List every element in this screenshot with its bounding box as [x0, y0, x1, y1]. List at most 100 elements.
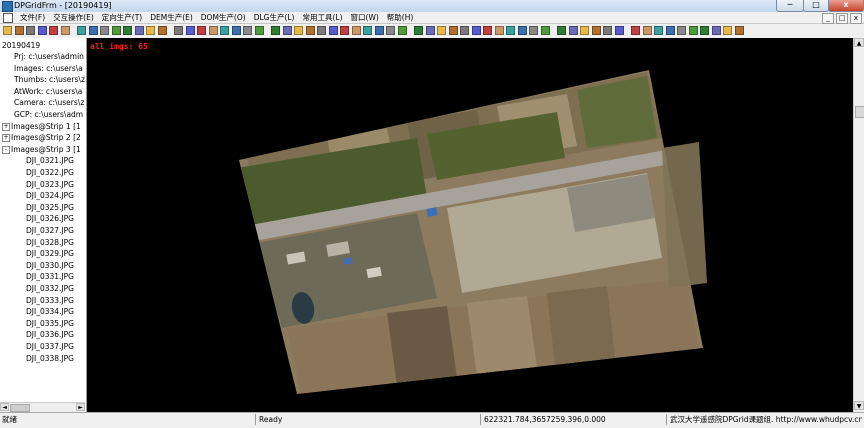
measure-icon[interactable]: [328, 26, 338, 35]
pan-icon[interactable]: [100, 26, 109, 35]
open-icon[interactable]: [437, 26, 446, 35]
scroll-thumb[interactable]: [10, 404, 30, 412]
tree-file-item[interactable]: DJI_0334.JPG: [26, 306, 86, 317]
tree-file-item[interactable]: DJI_0330.JPG: [26, 260, 86, 271]
help-icon[interactable]: [425, 26, 435, 35]
help-icon[interactable]: [642, 26, 652, 35]
open-icon[interactable]: [3, 26, 12, 35]
menu-tools[interactable]: 常用工具(L): [298, 12, 346, 23]
tree-file-item[interactable]: DJI_0321.JPG: [26, 155, 86, 166]
tree-item[interactable]: + Images@Strip 2 [2: [2, 132, 86, 143]
zoom-out-icon[interactable]: [88, 26, 98, 35]
tree-file-item[interactable]: DJI_0325.JPG: [26, 202, 86, 213]
tree-file-item[interactable]: DJI_0338.JPG: [26, 353, 86, 364]
tree-item[interactable]: GCP: c:\users\adm: [2, 109, 86, 120]
color-icon[interactable]: [185, 26, 195, 35]
mosaic-icon[interactable]: [603, 26, 612, 35]
save-icon[interactable]: [665, 26, 675, 35]
tree-file-item[interactable]: DJI_0327.JPG: [26, 225, 86, 236]
tree-file-item[interactable]: DJI_0329.JPG: [26, 248, 86, 259]
open-icon[interactable]: [220, 26, 229, 35]
pan-icon[interactable]: [317, 26, 326, 35]
mdi-minimize-button[interactable]: _: [822, 13, 834, 24]
menu-dem[interactable]: DEM生产(E): [146, 12, 197, 23]
layers-icon[interactable]: [483, 26, 492, 35]
scroll-down-icon[interactable]: ▼: [854, 401, 864, 410]
edit-icon[interactable]: [340, 26, 349, 35]
document-icon[interactable]: [3, 13, 13, 23]
tree-file-item[interactable]: DJI_0332.JPG: [26, 283, 86, 294]
grid-icon[interactable]: [37, 26, 47, 35]
scroll-right-icon[interactable]: ►: [76, 403, 85, 411]
zoom-out-icon[interactable]: [517, 26, 527, 35]
mdi-restore-button[interactable]: □: [836, 13, 848, 24]
color-icon[interactable]: [397, 26, 407, 35]
measure-icon[interactable]: [111, 26, 121, 35]
layers-icon[interactable]: [271, 26, 280, 35]
save-icon[interactable]: [231, 26, 241, 35]
canvas-vertical-scrollbar[interactable]: ▲ ▼: [853, 38, 864, 412]
layers-icon[interactable]: [49, 26, 58, 35]
zoom-in-icon[interactable]: [506, 26, 515, 35]
zoom-out-icon[interactable]: [305, 26, 315, 35]
menu-dlg[interactable]: DLG生产(L): [250, 12, 299, 23]
mosaic-icon[interactable]: [174, 26, 183, 35]
print-icon[interactable]: [243, 26, 252, 35]
vscroll-thumb[interactable]: [855, 106, 864, 118]
tree-file-item[interactable]: DJI_0326.JPG: [26, 213, 86, 224]
tree-expander-icon[interactable]: +: [2, 122, 10, 131]
dom-icon[interactable]: [157, 26, 167, 35]
tree-file-item[interactable]: DJI_0323.JPG: [26, 179, 86, 190]
dom-icon[interactable]: [374, 26, 384, 35]
grid-icon[interactable]: [254, 26, 264, 35]
mdi-close-button[interactable]: x: [850, 13, 862, 24]
tools-icon[interactable]: [414, 26, 423, 35]
dem-icon[interactable]: [146, 26, 155, 35]
mosaic-icon[interactable]: [386, 26, 395, 35]
dem-icon[interactable]: [363, 26, 372, 35]
edit-icon[interactable]: [557, 26, 566, 35]
menu-help[interactable]: 帮助(H): [383, 12, 418, 23]
print-icon[interactable]: [677, 26, 686, 35]
layers-icon[interactable]: [700, 26, 709, 35]
select-icon[interactable]: [282, 26, 292, 35]
tree-file-item[interactable]: DJI_0331.JPG: [26, 271, 86, 282]
menu-orientation[interactable]: 定向生产(T): [98, 12, 146, 23]
tree-file-item[interactable]: DJI_0333.JPG: [26, 295, 86, 306]
select-icon[interactable]: [711, 26, 721, 35]
line-icon[interactable]: [134, 26, 144, 35]
tree-item[interactable]: - Images@Strip 3 [1: [2, 144, 86, 155]
tree-item[interactable]: Images: c:\users\a: [2, 63, 86, 74]
zoom-out-icon[interactable]: [734, 26, 744, 35]
tree-file-item[interactable]: DJI_0336.JPG: [26, 329, 86, 340]
tree-item[interactable]: Camera: c:\users\z: [2, 97, 86, 108]
grid-icon[interactable]: [688, 26, 698, 35]
dem-icon[interactable]: [580, 26, 589, 35]
zoom-in-icon[interactable]: [77, 26, 86, 35]
pan-icon[interactable]: [529, 26, 538, 35]
line-icon[interactable]: [568, 26, 578, 35]
tree-file-item[interactable]: DJI_0322.JPG: [26, 167, 86, 178]
close-button[interactable]: x: [828, 0, 864, 12]
zoom-in-icon[interactable]: [723, 26, 732, 35]
tree-expander-icon[interactable]: +: [2, 134, 10, 143]
tree-item[interactable]: + Images@Strip 1 [1: [2, 121, 86, 132]
menu-file[interactable]: 文件(F): [16, 12, 49, 23]
tree-item[interactable]: Prj: c:\users\admin: [2, 51, 86, 62]
grid-icon[interactable]: [471, 26, 481, 35]
edit-icon[interactable]: [123, 26, 132, 35]
minimize-button[interactable]: ─: [776, 0, 804, 12]
tree-root[interactable]: 20190419: [2, 40, 86, 51]
tree-file-item[interactable]: DJI_0337.JPG: [26, 341, 86, 352]
tree-file-item[interactable]: DJI_0335.JPG: [26, 318, 86, 329]
tree-item[interactable]: AtWork: c:\users\a: [2, 86, 86, 97]
menu-dom[interactable]: DOM生产(O): [197, 12, 250, 23]
tree-file-item[interactable]: DJI_0328.JPG: [26, 237, 86, 248]
tree-file-item[interactable]: DJI_0324.JPG: [26, 190, 86, 201]
scroll-up-icon[interactable]: ▲: [854, 38, 864, 47]
select-icon[interactable]: [494, 26, 504, 35]
tree-horizontal-scrollbar[interactable]: ◄ ►: [0, 402, 85, 412]
zoom-in-icon[interactable]: [294, 26, 303, 35]
menu-window[interactable]: 窗口(W): [347, 12, 383, 23]
save-icon[interactable]: [448, 26, 458, 35]
